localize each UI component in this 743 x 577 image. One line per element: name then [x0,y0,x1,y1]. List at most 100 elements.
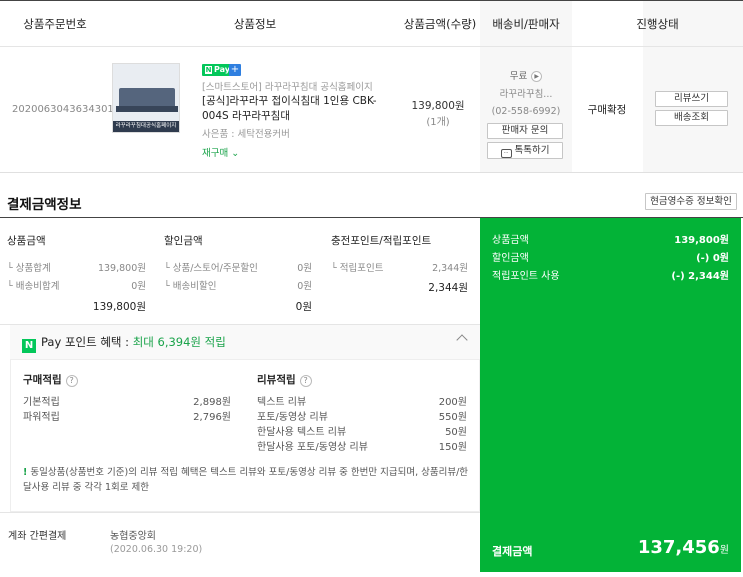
store-link[interactable]: [스마트스토어] 라꾸라꾸침대 공식홈페이지 [202,79,373,93]
shipping-sum-value: 0원 [131,281,146,292]
benefit-detail: 구매적립? 기본적립 2,898원 파워적립 2,796원 리뷰적립? 텍스트 … [10,359,480,512]
shipping-fee-label: 무료 [509,71,528,82]
header-status: 진행상태 [572,1,743,47]
discount-item: └ 상품/스토어/주문할인 0원 [164,260,312,274]
text-review-value: 200원 [438,397,467,408]
month-photo-review-value: 150원 [438,442,467,453]
info-arrow-icon[interactable]: ▶ [531,71,543,82]
chevron-down-icon: ⌄ [231,148,240,159]
order-status: 구매확정 [587,104,627,116]
shipping-sum-label: └ 배송비합계 [7,281,60,292]
benefit-header[interactable]: N Pay 포인트 혜택 : 최대 6,394원 적립 [22,334,226,353]
exclamation-icon: ! [23,467,28,478]
review-points-note: ! 동일상품(상품번호 기준)의 리뷰 적립 혜택은 텍스트 리뷰와 포토/동영… [23,465,471,495]
track-shipment-button[interactable]: 배송조회 [655,110,728,126]
total-payment-label: 결제금액 [492,545,533,558]
power-points-value: 2,796원 [193,412,231,423]
text-review-row: 텍스트 리뷰 200원 [257,393,467,408]
method-divider [0,512,480,513]
product-thumbnail[interactable]: 라꾸라꾸침대공식홈페이지 [112,63,180,133]
header-order-no: 상품주문번호 [0,1,110,47]
bank-name: 농협중앙회 [110,531,156,542]
payment-method-label: 계좌 간편결제 [8,531,67,542]
basic-points-value: 2,898원 [193,397,231,408]
purchase-points-title: 구매적립? [23,372,78,387]
row-divider [0,172,743,173]
payment-summary-panel: 상품금액 139,800원 할인금액 (-) 0원 적립포인트 사용 (-) 2… [480,218,741,572]
summary-points-used-label: 적립포인트 사용 [492,271,560,282]
review-points-title: 리뷰적립? [257,372,312,387]
shipping-sum-item: └ 배송비합계 0원 [7,278,146,292]
rebuy-label: 재구매 [202,148,229,159]
product-amount-label: 상품금액 [7,235,46,247]
naver-n-icon: N [205,66,212,74]
power-points-row: 파워적립 2,796원 [23,408,231,423]
month-photo-review-label: 한달사용 포토/동영상 리뷰 [257,442,368,453]
naver-n-icon: N [22,339,36,353]
text-review-label: 텍스트 리뷰 [257,397,307,408]
summary-product-amount: 상품금액 139,800원 [492,231,729,246]
summary-product-amount-value: 139,800원 [674,235,729,246]
header-amount: 상품금액(수량) [400,1,480,47]
earned-points-value: 2,344원 [432,263,468,274]
product-amount-item: └ 상품합계 139,800원 [7,260,146,274]
earned-points-label: └ 적립포인트 [331,263,384,274]
summary-points-used-value: (-) 2,344원 [671,271,729,282]
order-number: 2020063043634301 [12,104,114,115]
benefit-max-points: 최대 6,394원 적립 [132,335,226,349]
product-price: 139,800원 [411,100,465,112]
basic-points-row: 기본적립 2,898원 [23,393,231,408]
discount-total: 0원 [295,301,312,313]
seller-name: 라꾸라꾸침... [499,89,553,100]
store-discount-value: 0원 [297,263,312,274]
seller-inquiry-button[interactable]: 판매자 문의 [487,123,563,139]
photo-review-label: 포토/동영상 리뷰 [257,412,328,423]
shipping-discount-value: 0원 [297,281,312,292]
thumbnail-caption: 라꾸라꾸침대공식홈페이지 [113,121,179,132]
benefit-title: 포인트 혜택 : [64,335,130,349]
summary-discount-label: 할인금액 [492,253,529,264]
photo-review-row: 포토/동영상 리뷰 550원 [257,408,467,423]
talktalk-label: 톡톡하기 [514,145,550,156]
summary-product-amount-label: 상품금액 [492,235,529,246]
help-icon[interactable]: ? [299,375,312,387]
write-review-button[interactable]: 리뷰쓰기 [655,91,728,107]
month-text-review-row: 한달사용 텍스트 리뷰 50원 [257,423,467,438]
collapse-chevron-icon[interactable] [456,334,468,346]
shipping-discount-item: └ 배송비할인 0원 [164,278,312,292]
product-option: 사은품 : 세탁전용커버 [202,129,290,140]
product-sum-label: └ 상품합계 [7,263,51,274]
points-label: 충전포인트/적립포인트 [331,235,432,247]
product-quantity: (1개) [426,117,450,128]
store-discount-label: └ 상품/스토어/주문할인 [164,263,258,274]
month-text-review-value: 50원 [445,427,467,438]
payment-section-title: 결제금액정보 [7,197,82,213]
month-photo-review-row: 한달사용 포토/동영상 리뷰 150원 [257,438,467,453]
shipping-discount-label: └ 배송비할인 [164,281,217,292]
cash-receipt-button[interactable]: 현금영수증 정보확인 [645,193,737,210]
help-icon[interactable]: ? [65,375,78,387]
header-ship-seller: 배송비/판매자 [480,1,572,47]
product-amount-total: 139,800원 [92,301,146,313]
talktalk-button[interactable]: ··· 톡톡하기 [487,142,563,159]
header-product-info: 상품정보 [110,1,400,47]
chat-icon: ··· [500,149,512,158]
payment-date: (2020.06.30 19:20) [110,544,203,555]
npay-badge-label: Pay [214,65,231,74]
power-points-label: 파워적립 [23,412,60,423]
summary-discount-value: (-) 0원 [696,253,729,264]
total-payment-value: 137,456 [637,537,720,558]
shipping-fee: 무료 ▶ [480,68,572,82]
total-payment-unit: 원 [719,545,729,556]
seller-phone: (02-558-6992) [491,106,561,117]
summary-points-used: 적립포인트 사용 (-) 2,344원 [492,267,729,282]
bed-image-base [116,106,178,112]
points-total: 2,344원 [428,282,468,294]
note-text: 동일상품(상품번호 기준)의 리뷰 적립 혜택은 텍스트 리뷰와 포토/동영상 … [23,467,469,493]
product-sum-value: 139,800원 [97,263,146,274]
rebuy-link[interactable]: 재구매 ⌄ [202,145,239,159]
plus-icon: + [229,64,241,76]
month-text-review-label: 한달사용 텍스트 리뷰 [257,427,347,438]
amount-breakdown: 상품금액 └ 상품합계 139,800원 └ 배송비합계 0원 139,800원… [0,218,480,325]
product-name-link[interactable]: [공식]라꾸라꾸 접이식침대 1인용 CBK-004S 라꾸라꾸침대 [202,94,392,124]
